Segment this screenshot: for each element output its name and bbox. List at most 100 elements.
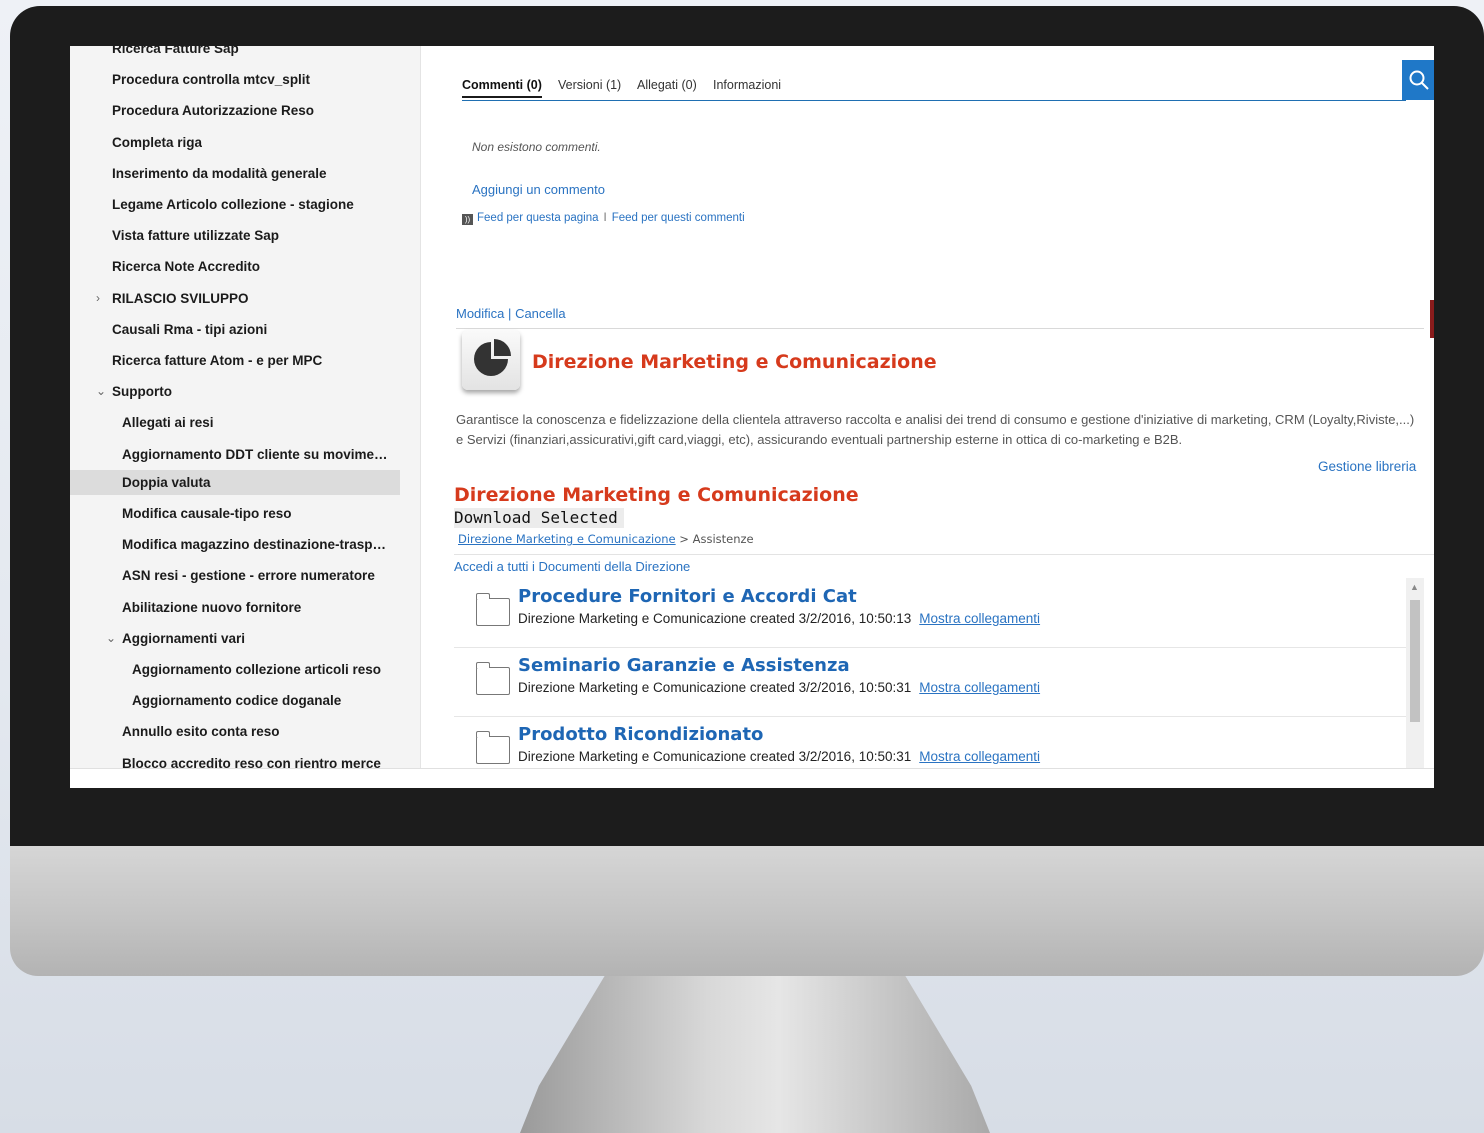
document-meta: Direzione Marketing e Comunicazione crea… [518,749,1040,764]
sidebar-item-label: RILASCIO SVILUPPO [112,290,249,306]
feed-separator: I [603,212,607,224]
sidebar-item-label: Causali Rma - tipi azioni [112,321,268,337]
sidebar-item-label: Annullo esito conta reso [122,724,280,740]
access-all-documents-link[interactable]: Accedi a tutti i Documenti della Direzio… [454,559,690,574]
search-icon [1409,70,1429,90]
divider [454,554,1434,555]
download-selected-button[interactable]: Download Selected [454,508,624,528]
page-description: Garantisce la conoscenza e fidelizzazion… [456,412,1415,447]
library-title: Direzione Marketing e Comunicazione [454,484,859,506]
sidebar-item[interactable]: Abilitazione nuovo fornitore [70,595,400,620]
feed-page-link[interactable]: Feed per questa pagina [477,212,598,224]
red-edge-marker [1430,300,1434,338]
tab-comments[interactable]: Commenti (0) [462,78,542,98]
sidebar-item[interactable]: Procedura controlla mtcv_split [70,67,400,92]
scroll-up-icon[interactable]: ▲ [1410,582,1419,592]
monitor-stand [520,976,990,1133]
sidebar-item-label: Aggiornamenti vari [122,630,246,646]
sidebar-item[interactable]: › RILASCIO SVILUPPO [70,286,400,311]
search-button[interactable] [1402,60,1434,100]
show-links-link[interactable]: Mostra collegamenti [919,680,1040,695]
sidebar-item-label: Abilitazione nuovo fornitore [122,599,302,615]
show-links-link[interactable]: Mostra collegamenti [919,749,1040,764]
tab-versions[interactable]: Versioni (1) [558,78,621,92]
document-list-scrollbar[interactable]: ▲ [1406,578,1424,768]
document-meta-text: Direzione Marketing e Comunicazione crea… [518,680,912,695]
pie-chart-icon [462,330,520,390]
sidebar-item[interactable]: Vista fatture utilizzate Sap [70,223,400,248]
sidebar-item[interactable]: ⌄ Aggiornamenti vari [70,626,400,651]
sidebar-item[interactable]: ⌄ Supporto [70,379,400,404]
document-title[interactable]: Procedure Fornitori e Accordi Cat [518,586,857,607]
sidebar-item[interactable]: Modifica causale-tipo reso [70,501,400,526]
sidebar-item[interactable]: Completa riga [70,130,400,155]
sidebar-item-label: Ricerca fatture Atom - e per MPC [112,353,323,368]
chevron-down-icon[interactable]: ⌄ [106,626,118,651]
sidebar-item-label: Allegati ai resi [122,415,214,431]
screen: Ricerca Fatture Sap Procedura controlla m… [70,46,1434,788]
sidebar-item-label: Doppia valuta [122,474,211,490]
sidebar-item[interactable]: Blocco accredito reso con rientro merce [70,751,400,768]
sidebar-item-label: Ricerca Fatture Sap [112,46,239,56]
sidebar-nav: Ricerca Fatture Sap Procedura controlla m… [70,46,421,768]
document-title[interactable]: Seminario Garanzie e Assistenza [518,655,850,676]
list-item: Procedure Fornitori e Accordi Cat Direzi… [454,578,1406,648]
document-meta-text: Direzione Marketing e Comunicazione crea… [518,749,912,764]
sidebar-item-label: Modifica magazzino destinazione-trasport… [122,537,388,553]
sidebar-item[interactable]: Annullo esito conta reso [70,719,400,744]
breadcrumb-separator: > [679,532,689,546]
sidebar-item[interactable]: Ricerca fatture Atom - e per MPC [70,348,400,373]
sidebar-item[interactable]: Aggiornamento DDT cliente su movimenti [70,442,400,467]
sidebar-item[interactable]: ASN resi - gestione - errore numeratore [70,563,400,588]
document-meta: Direzione Marketing e Comunicazione crea… [518,611,1040,626]
sidebar-item-label: Aggiornamento codice doganale [132,693,342,709]
screen-bottom-strip [70,768,1434,788]
document-title[interactable]: Prodotto Ricondizionato [518,724,763,745]
sidebar-item[interactable]: Doppia valuta [70,469,400,495]
folder-icon [476,662,510,695]
breadcrumb-root-link[interactable]: Direzione Marketing e Comunicazione [458,532,676,546]
sidebar-item-label: Blocco accredito reso con rientro merce [122,755,381,768]
manage-library-link[interactable]: Gestione libreria [1318,459,1416,474]
sidebar-item-label: ASN resi - gestione - errore numeratore [122,568,375,584]
sidebar-item-label: Vista fatture utilizzate Sap [112,228,280,244]
sidebar-item-label: Ricerca Note Accredito [112,259,261,275]
sidebar-item-label: Supporto [112,384,172,400]
breadcrumb-current: Assistenze [692,532,754,546]
add-comment-link[interactable]: Aggiungi un commento [472,182,605,197]
breadcrumb: Direzione Marketing e Comunicazione > As… [458,532,754,546]
sidebar-item[interactable]: Allegati ai resi [70,410,400,435]
no-comments-text: Non esistono commenti. [472,140,601,154]
sidebar-item[interactable]: Ricerca Fatture Sap [70,46,400,61]
sidebar-item-label: Completa riga [112,134,203,150]
sidebar-item[interactable]: Inserimento da modalità generale [70,161,400,186]
show-links-link[interactable]: Mostra collegamenti [919,611,1040,626]
chevron-right-icon[interactable]: › [96,286,108,311]
sidebar-item[interactable]: Legame Articolo collezione - stagione [70,192,400,217]
main-content: Commenti (0) Versioni (1) Allegati (0) I… [420,46,1434,768]
chevron-down-icon[interactable]: ⌄ [96,379,108,404]
edit-link[interactable]: Modifica [456,306,504,321]
sidebar-item[interactable]: Causali Rma - tipi azioni [70,317,400,342]
list-item: Prodotto Ricondizionato Direzione Market… [454,716,1406,768]
tab-attachments[interactable]: Allegati (0) [637,78,697,92]
sidebar-item[interactable]: Procedura Autorizzazione Reso [70,98,400,123]
tab-information[interactable]: Informazioni [713,78,781,92]
tab-bar: Commenti (0) Versioni (1) Allegati (0) I… [462,68,1406,101]
sidebar-item[interactable]: Aggiornamento codice doganale [70,688,400,713]
feed-comments-link[interactable]: Feed per questi commenti [612,212,745,224]
sidebar-item[interactable]: Ricerca Note Accredito [70,254,400,279]
list-item: Seminario Garanzie e Assistenza Direzion… [454,647,1406,717]
sidebar-item-label: Legame Articolo collezione - stagione [112,197,354,212]
monitor-chin [10,846,1484,976]
sidebar-item-label: Modifica causale-tipo reso [122,506,292,521]
feed-links: )) Feed per questa pagina I Feed per questi… [462,212,745,225]
delete-link[interactable]: Cancella [515,306,566,321]
sidebar-item[interactable]: Aggiornamento collezione articoli reso [70,657,400,682]
sidebar-item-label: Aggiornamento DDT cliente su movimenti [122,446,388,462]
sidebar-item-label: Inserimento da modalità generale [112,165,327,181]
scroll-thumb[interactable] [1410,600,1420,722]
sidebar-item-label: Procedura controlla mtcv_split [112,72,311,88]
sidebar-item[interactable]: Modifica magazzino destinazione-trasport… [70,532,400,557]
actions-separator: | [508,306,512,321]
